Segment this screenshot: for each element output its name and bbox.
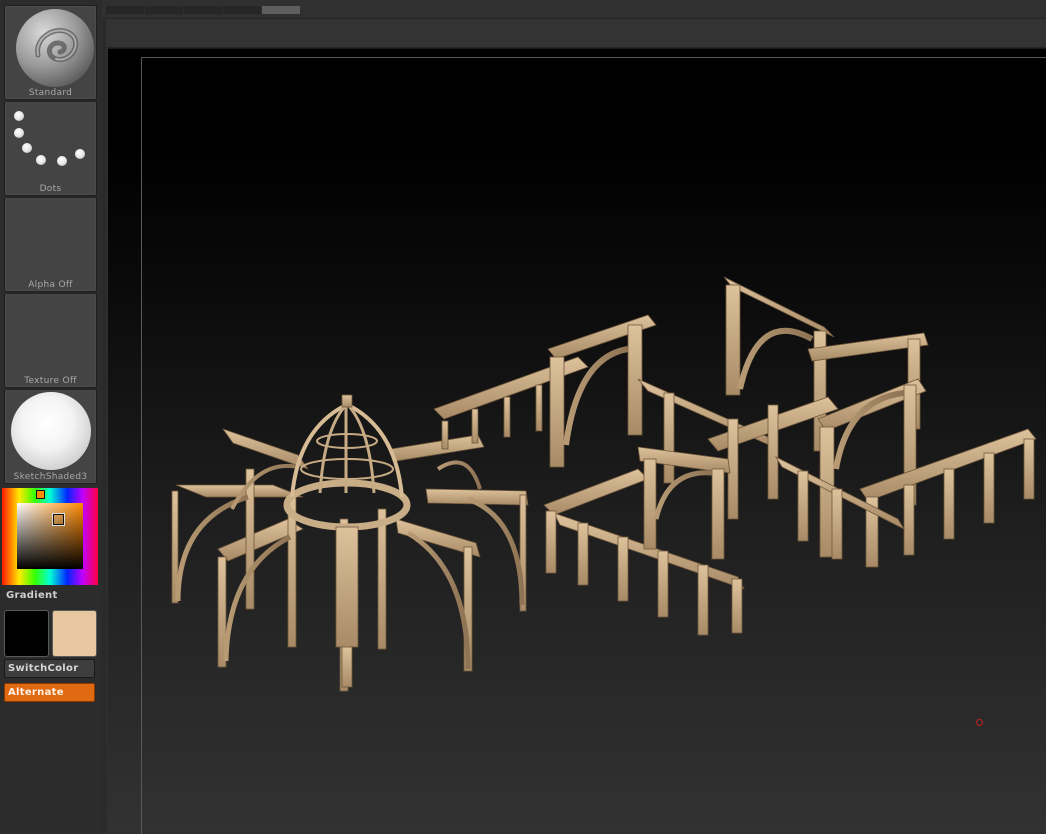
brush-label: Standard [28, 88, 73, 98]
top-shelf [106, 19, 1046, 48]
color-picker[interactable] [2, 488, 98, 585]
stroke-label: Dots [39, 184, 62, 194]
texture-label: Texture Off [24, 376, 77, 386]
top-tab-5[interactable] [262, 6, 300, 14]
cursor-marker [976, 719, 983, 726]
document-canvas[interactable] [108, 48, 1046, 834]
left-shelf: Standard Dots Alpha Off Texture Off Sket… [0, 0, 102, 832]
top-tab-4[interactable] [223, 6, 261, 14]
material-label: SketchShaded3 [13, 472, 88, 482]
brush-button[interactable]: Standard [4, 5, 97, 100]
secondary-color-swatch[interactable] [52, 610, 97, 657]
top-tab-1[interactable] [106, 6, 144, 14]
main-color-swatch[interactable] [4, 610, 49, 657]
top-tab-strip [106, 6, 300, 14]
stroke-button[interactable]: Dots [4, 101, 97, 196]
gradient-label[interactable]: Gradient [6, 590, 58, 601]
dots-stroke-icon [5, 102, 96, 182]
top-menu-bar [0, 0, 1046, 19]
color-marker[interactable] [52, 513, 65, 526]
alpha-label: Alpha Off [28, 280, 73, 290]
top-tab-2[interactable] [145, 6, 183, 14]
material-button[interactable]: SketchShaded3 [4, 389, 97, 484]
hue-marker[interactable] [36, 490, 45, 499]
top-tab-3[interactable] [184, 6, 222, 14]
alternate-button[interactable]: Alternate [4, 683, 95, 702]
standard-brush-icon [16, 9, 94, 87]
alpha-button[interactable]: Alpha Off [4, 197, 97, 292]
gothic-arches-model[interactable] [108, 49, 1046, 833]
saturation-value-square[interactable] [17, 503, 83, 569]
texture-button[interactable]: Texture Off [4, 293, 97, 388]
material-sphere-icon [11, 392, 91, 470]
switch-color-button[interactable]: SwitchColor [4, 659, 95, 678]
